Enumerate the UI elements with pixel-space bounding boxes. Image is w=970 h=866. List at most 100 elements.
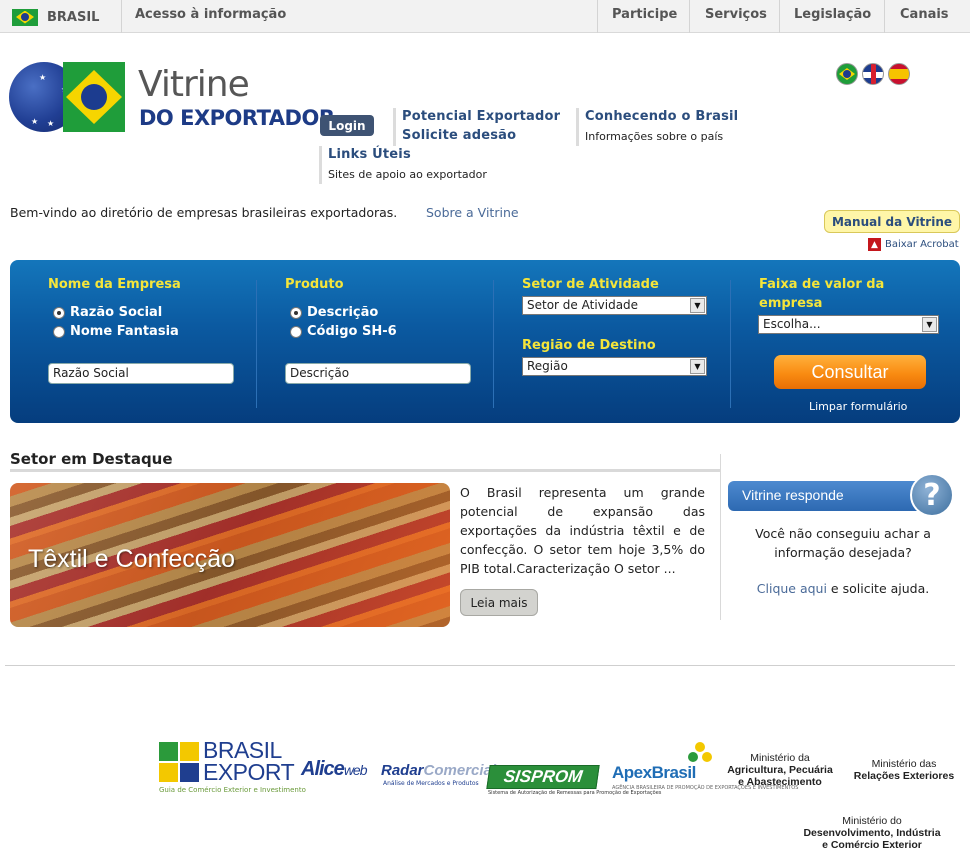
razao-social-radio[interactable]: Razão Social <box>53 305 162 320</box>
comercial-word: Comercial <box>423 762 497 779</box>
help-suffix: e solicite ajuda. <box>826 581 930 596</box>
faixa-select[interactable]: Escolha... ▼ <box>758 315 939 334</box>
faixa-value: Escolha... <box>763 317 821 331</box>
setor-select[interactable]: Setor de Atividade ▼ <box>522 296 707 315</box>
column-divider <box>493 280 494 408</box>
login-button[interactable]: Login <box>320 115 374 136</box>
gov-bar: BRASIL Acesso à informação Participe Ser… <box>0 0 970 33</box>
descricao-radio[interactable]: Descrição <box>290 305 378 320</box>
potencial-exportador-link[interactable]: Potencial Exportador <box>402 109 560 124</box>
acesso-informacao-link[interactable]: Acesso à informação <box>135 7 286 22</box>
english-flag-icon[interactable] <box>862 63 884 85</box>
ministerio-relacoes-logo[interactable]: Ministério das Relações Exteriores <box>846 758 962 782</box>
ministerio-desenvolvimento-logo[interactable]: Ministério do Desenvolvimento, Indústria… <box>790 815 954 851</box>
min-agri-line3: e Abastecimento <box>738 776 822 788</box>
baixar-acrobat-link[interactable]: ▲ Baixar Acrobat <box>868 238 959 251</box>
clique-aqui-link[interactable]: Clique aqui <box>757 581 827 596</box>
min-desenv-line2: Desenvolvimento, Indústria <box>803 827 941 839</box>
conhecendo-brasil-link[interactable]: Conhecendo o Brasil <box>585 109 738 124</box>
radar-comercial-name: RadarComercial <box>381 762 496 779</box>
brasil-label: BRASIL <box>47 9 100 25</box>
min-rel-line2: Relações Exteriores <box>853 770 955 782</box>
nav-divider <box>319 146 322 184</box>
setor-value: Setor de Atividade <box>527 298 639 312</box>
links-uteis-subtitle: Sites de apoio ao exportador <box>328 168 487 181</box>
solicite-adesao-link[interactable]: Solicite adesão <box>402 128 516 143</box>
spanish-flag-icon[interactable] <box>888 63 910 85</box>
brazil-flag-icon <box>63 62 125 132</box>
radio-selected-icon <box>53 306 65 319</box>
codigo-sh6-radio[interactable]: Código SH-6 <box>290 324 397 339</box>
empresa-label: Nome da Empresa <box>48 277 181 292</box>
brasil-link[interactable]: BRASIL <box>12 7 99 27</box>
divider <box>884 0 885 33</box>
divider <box>121 0 122 33</box>
codigo-sh6-label: Código SH-6 <box>307 324 397 339</box>
footer-divider <box>5 665 955 666</box>
regiao-value: Região <box>527 359 568 373</box>
logo-subtitle: DO EXPORTADOR <box>139 106 335 130</box>
produto-label: Produto <box>285 277 344 292</box>
divider <box>689 0 690 33</box>
conhecendo-brasil-subtitle: Informações sobre o país <box>585 130 724 143</box>
legislacao-link[interactable]: Legislação <box>794 7 871 22</box>
divider <box>597 0 598 33</box>
canais-link[interactable]: Canais <box>900 7 949 22</box>
logo-title: Vitrine <box>138 64 250 105</box>
vitrine-responde-help: Clique aqui e solicite ajuda. <box>728 581 958 596</box>
participe-link[interactable]: Participe <box>612 7 677 22</box>
manual-vitrine-button[interactable]: Manual da Vitrine <box>824 210 960 233</box>
leia-mais-button[interactable]: Leia mais <box>460 589 538 616</box>
section-title: Setor em Destaque <box>10 450 173 468</box>
featured-sector-description: O Brasil representa um grande potencial … <box>460 485 705 576</box>
column-divider <box>730 280 731 408</box>
setor-label: Setor de Atividade <box>522 277 659 292</box>
vitrine-responde-title: Vitrine responde <box>742 487 844 503</box>
apexbrasil-name: ApexBrasil <box>612 763 696 782</box>
min-agri-line2: Agricultura, Pecuária <box>727 764 833 776</box>
aliceweb-suffix: web <box>343 762 368 778</box>
aliceweb-logo[interactable]: Aliceweb <box>301 758 367 781</box>
baixar-acrobat-label: Baixar Acrobat <box>885 239 959 250</box>
chevron-down-icon: ▼ <box>690 359 705 374</box>
regiao-select[interactable]: Região ▼ <box>522 357 707 376</box>
radio-selected-icon <box>290 306 302 319</box>
ministerio-agricultura-logo[interactable]: Ministério da Agricultura, Pecuária e Ab… <box>718 752 842 788</box>
min-desenv-line1: Ministério do <box>842 815 902 827</box>
question-mark-icon: ? <box>910 473 954 517</box>
faixa-label: Faixa de valor da empresa <box>759 277 885 311</box>
portuguese-flag-icon[interactable] <box>836 63 858 85</box>
sisprom-name: SISPROM <box>486 765 600 789</box>
radar-word: Radar <box>381 762 424 779</box>
chevron-down-icon: ▼ <box>922 317 937 332</box>
min-agri-line1: Ministério da <box>750 752 810 764</box>
regiao-label: Região de Destino <box>522 338 656 353</box>
divider <box>779 0 780 33</box>
radio-icon <box>53 325 65 338</box>
nav-divider <box>576 108 579 146</box>
brazil-flag-icon <box>12 8 38 26</box>
brasil-export-icon <box>159 742 201 782</box>
sobre-vitrine-link[interactable]: Sobre a Vitrine <box>426 205 519 220</box>
empresa-input[interactable]: Razão Social <box>48 363 234 384</box>
column-divider <box>720 454 721 620</box>
featured-sector-image[interactable]: Têxtil e Confecção <box>10 483 450 627</box>
column-divider <box>256 280 257 408</box>
radio-icon <box>290 325 302 338</box>
section-underline <box>10 469 720 472</box>
limpar-formulario-link[interactable]: Limpar formulário <box>809 400 907 413</box>
consultar-button[interactable]: Consultar <box>774 355 926 389</box>
servicos-link[interactable]: Serviços <box>705 7 767 22</box>
nome-fantasia-radio[interactable]: Nome Fantasia <box>53 324 179 339</box>
language-selector <box>836 63 910 85</box>
nome-fantasia-label: Nome Fantasia <box>70 324 179 339</box>
descricao-label: Descrição <box>307 305 379 320</box>
welcome-text: Bem-vindo ao diretório de empresas brasi… <box>10 205 398 220</box>
links-uteis-link[interactable]: Links Úteis <box>328 147 411 162</box>
min-desenv-line3: e Comércio Exterior <box>822 839 922 851</box>
search-panel: Nome da Empresa Razão Social Nome Fantas… <box>10 260 960 423</box>
chevron-down-icon: ▼ <box>690 298 705 313</box>
produto-input[interactable]: Descrição <box>285 363 471 384</box>
featured-sector-label: Têxtil e Confecção <box>28 545 236 573</box>
acrobat-icon: ▲ <box>868 238 881 251</box>
